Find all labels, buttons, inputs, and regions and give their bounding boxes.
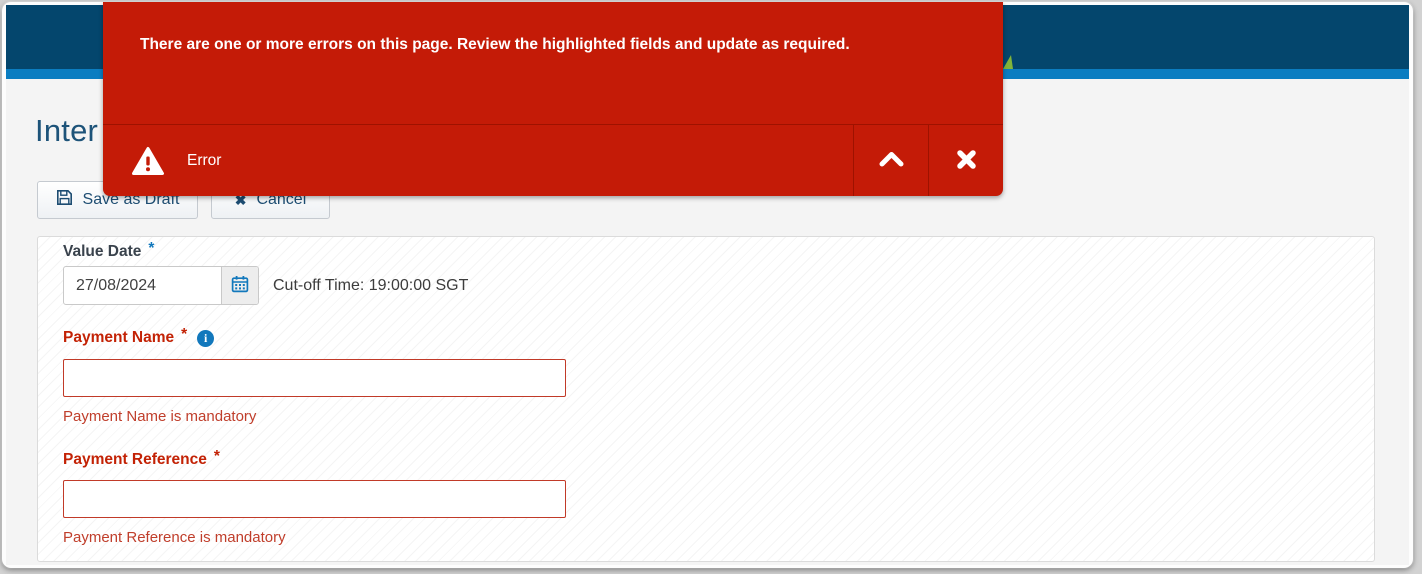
error-banner: There are one or more errors on this pag… (103, 2, 1003, 196)
close-icon (956, 149, 977, 173)
close-error-banner-button[interactable] (928, 125, 1003, 196)
payment-name-label: Payment Name * i (63, 329, 214, 347)
value-date-label: Value Date * (63, 243, 154, 261)
page-title: Inter (35, 113, 98, 149)
chevron-up-icon (878, 151, 905, 170)
info-icon[interactable]: i (197, 330, 214, 347)
payment-name-input[interactable] (63, 359, 566, 397)
app-window: Inter Save as Draft ✖ Cancel Value Date … (2, 2, 1413, 568)
cutoff-time-text: Cut-off Time: 19:00:00 SGT (273, 266, 468, 305)
value-date-input[interactable] (64, 267, 221, 304)
error-banner-footer: Error (103, 124, 1003, 196)
calendar-icon (231, 275, 249, 296)
save-floppy-icon (56, 189, 73, 211)
payment-reference-input[interactable] (63, 480, 566, 518)
payment-reference-label: Payment Reference * (63, 451, 220, 469)
error-banner-title: Error (187, 152, 221, 170)
payment-reference-error: Payment Reference is mandatory (63, 529, 286, 546)
form-panel: Value Date * (37, 236, 1375, 562)
warning-triangle-icon (131, 146, 165, 176)
collapse-error-banner-button[interactable] (853, 125, 928, 196)
error-banner-message: There are one or more errors on this pag… (140, 36, 963, 54)
required-asterisk: * (148, 240, 154, 258)
header-logo-fragment (1003, 55, 1013, 69)
required-asterisk: * (214, 448, 220, 466)
required-asterisk: * (181, 326, 187, 344)
payment-name-error: Payment Name is mandatory (63, 408, 256, 425)
value-date-field (63, 266, 259, 305)
calendar-button[interactable] (221, 267, 258, 304)
